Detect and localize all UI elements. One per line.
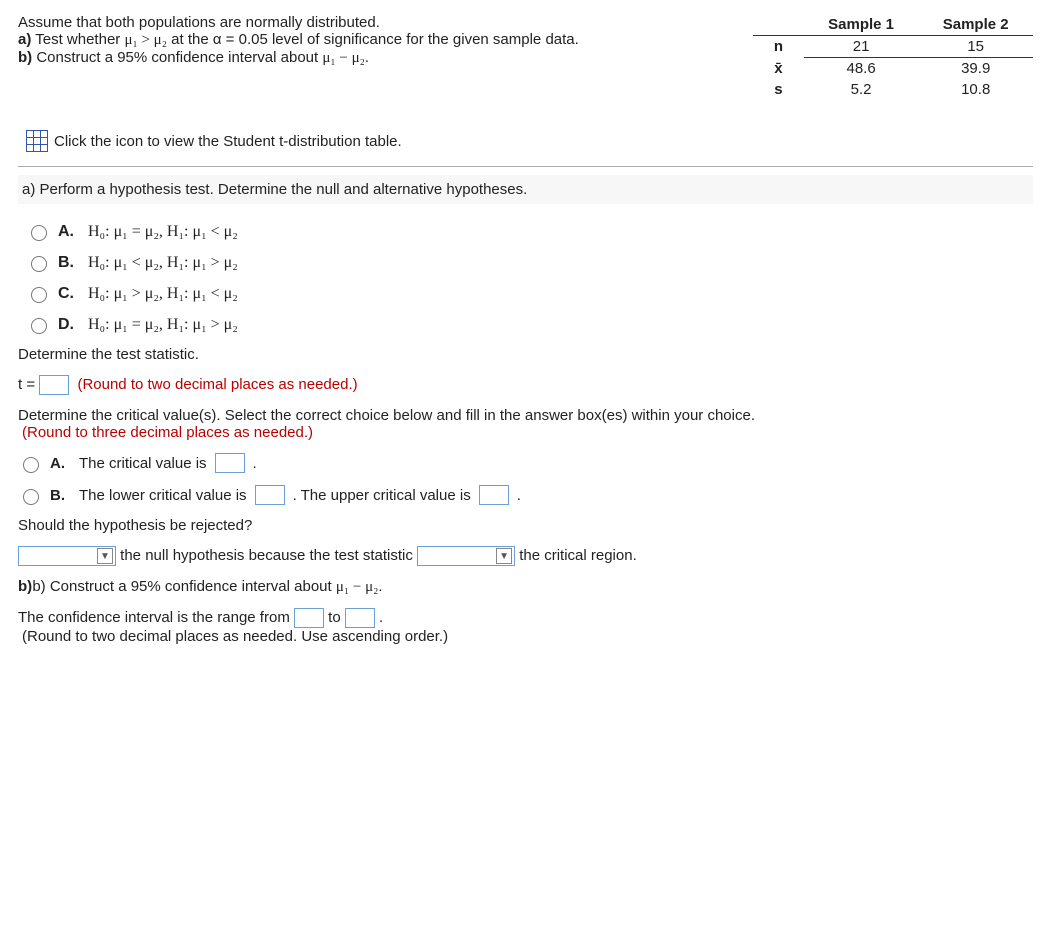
radio-d[interactable] bbox=[31, 318, 47, 334]
radio-c[interactable] bbox=[31, 287, 47, 303]
should-reject: Should the hypothesis be rejected? bbox=[18, 517, 1033, 534]
radio-a[interactable] bbox=[31, 225, 47, 241]
table-row: x̄ 48.6 39.9 bbox=[753, 58, 1033, 80]
crit-b-upper[interactable] bbox=[479, 485, 509, 505]
choice-d[interactable]: D. H₀: μ₁ = μ₂, H₁: μ₁ > μ₂ bbox=[26, 315, 1033, 334]
problem-line1: Assume that both populations are normall… bbox=[18, 14, 713, 31]
col-sample2: Sample 2 bbox=[918, 14, 1033, 36]
hypothesis-choices: A. H₀: μ₁ = μ₂, H₁: μ₁ < μ₂ B. H₀: μ₁ < … bbox=[26, 222, 1033, 334]
chevron-down-icon: ▼ bbox=[97, 548, 113, 564]
crit-b-lower[interactable] bbox=[255, 485, 285, 505]
ci-from[interactable] bbox=[294, 608, 324, 628]
problem-line3: b) Construct a 95% confidence interval a… bbox=[18, 49, 713, 67]
chevron-down-icon: ▼ bbox=[496, 548, 512, 564]
radio-b[interactable] bbox=[31, 256, 47, 272]
choice-b[interactable]: B. H₀: μ₁ < μ₂, H₁: μ₁ > μ₂ bbox=[26, 253, 1033, 272]
sample-data-table: Sample 1 Sample 2 n 21 15 x̄ 48.6 39.9 s… bbox=[753, 14, 1033, 100]
t-input[interactable] bbox=[39, 375, 69, 395]
table-icon bbox=[26, 130, 48, 152]
determine-test-stat: Determine the test statistic. bbox=[18, 346, 1033, 363]
ci-line: The confidence interval is the range fro… bbox=[18, 608, 1033, 645]
t-table-link[interactable]: Click the icon to view the Student t-dis… bbox=[26, 130, 402, 152]
radio-crit-a[interactable] bbox=[23, 457, 39, 473]
col-sample1: Sample 1 bbox=[804, 14, 919, 36]
part-a-prompt: a) Perform a hypothesis test. Determine … bbox=[18, 175, 1033, 204]
crit-choice-a[interactable]: A. The critical value is . bbox=[18, 453, 1033, 473]
reject-dropdown-1[interactable]: ▼ bbox=[18, 546, 116, 566]
crit-choice-b[interactable]: B. The lower critical value is . The upp… bbox=[18, 485, 1033, 505]
crit-a-input[interactable] bbox=[215, 453, 245, 473]
table-row: s 5.2 10.8 bbox=[753, 79, 1033, 100]
determine-crit: Determine the critical value(s). Select … bbox=[18, 407, 1033, 441]
radio-crit-b[interactable] bbox=[23, 489, 39, 505]
problem-line2: a) Test whether μ₁ > μ₂ at the α = 0.05 … bbox=[18, 31, 713, 49]
part-b-prompt: b) b) Construct a 95% confidence interva… bbox=[18, 578, 1033, 596]
reject-line: ▼ the null hypothesis because the test s… bbox=[18, 546, 1033, 566]
table-row: n 21 15 bbox=[753, 36, 1033, 58]
reject-dropdown-2[interactable]: ▼ bbox=[417, 546, 515, 566]
ci-to[interactable] bbox=[345, 608, 375, 628]
problem-statement: Assume that both populations are normall… bbox=[18, 14, 713, 67]
choice-a[interactable]: A. H₀: μ₁ = μ₂, H₁: μ₁ < μ₂ bbox=[26, 222, 1033, 241]
divider bbox=[18, 166, 1033, 167]
choice-c[interactable]: C. H₀: μ₁ > μ₂, H₁: μ₁ < μ₂ bbox=[26, 284, 1033, 303]
t-input-line: t = (Round to two decimal places as need… bbox=[18, 375, 1033, 395]
